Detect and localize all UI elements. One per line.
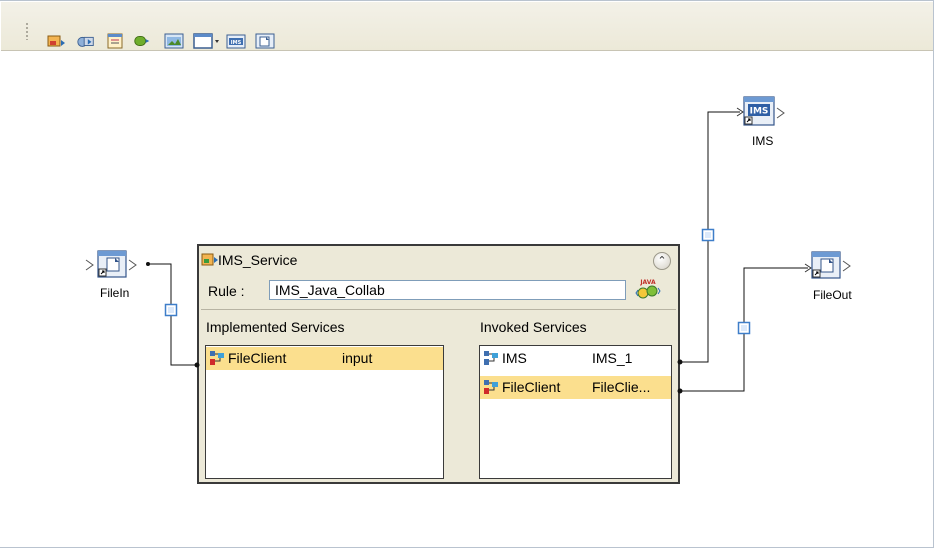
connection-dots bbox=[146, 262, 683, 394]
